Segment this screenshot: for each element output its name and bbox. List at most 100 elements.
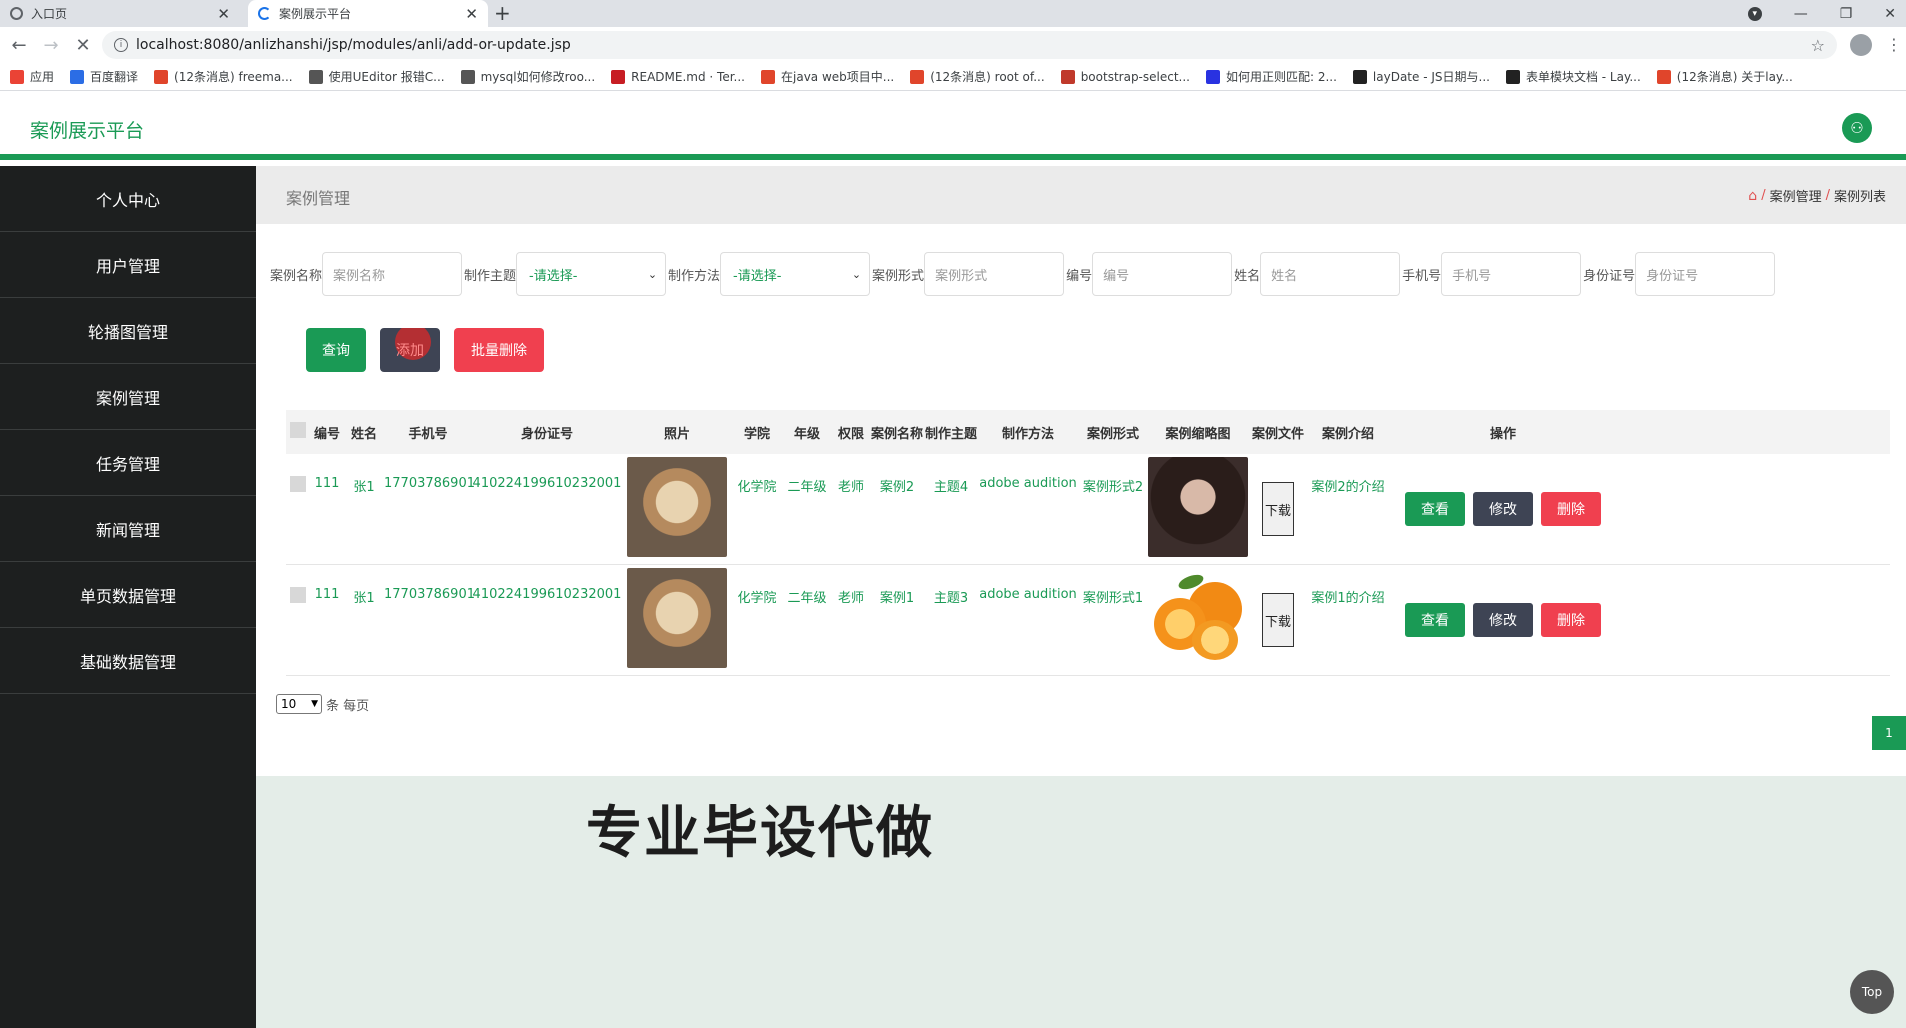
placeholder: 姓名 bbox=[1271, 268, 1298, 284]
table-body: 111 张1 17703786901 410224199610232001 化学院 二年级… bbox=[286, 454, 1890, 676]
page-button-current[interactable]: 1 bbox=[1872, 716, 1906, 750]
edit-button[interactable]: 修改 bbox=[1473, 492, 1533, 526]
chevron-down-icon: ▼ bbox=[311, 699, 318, 709]
theme-select[interactable]: -请选择- ⌄ bbox=[516, 252, 667, 296]
browser-tab-entry[interactable]: 入口页 ✕ bbox=[0, 0, 240, 27]
home-icon[interactable]: ⌂ bbox=[1748, 188, 1757, 204]
number-input[interactable]: 编号 bbox=[1092, 252, 1233, 296]
bookmark-item[interactable]: layDate - JS日期与... bbox=[1352, 68, 1490, 85]
id-card-input[interactable]: 身份证号 bbox=[1635, 252, 1776, 296]
back-icon[interactable]: ← bbox=[6, 35, 32, 56]
sidebar-item-label: 新闻管理 bbox=[95, 520, 160, 540]
page-title: 案例管理 bbox=[286, 189, 351, 208]
main-content: 案例管理 ⌂ / 案例管理 / 案例列表 案例名称 案例名称 制作主题 -请选择… bbox=[256, 166, 1906, 1028]
bookmark-item[interactable]: bootstrap-select... bbox=[1060, 69, 1190, 84]
view-button[interactable]: 查看 bbox=[1405, 603, 1465, 637]
bookmark-item[interactable]: 表单模块文档 - Lay... bbox=[1505, 68, 1641, 85]
sidebar-item-news[interactable]: 新闻管理 bbox=[0, 496, 256, 562]
sidebar: 个人中心 用户管理 轮播图管理 案例管理 任务管理 新闻管理 单页数据管理 基础… bbox=[0, 166, 256, 1028]
info-icon[interactable]: i bbox=[114, 38, 128, 52]
bookmark-item[interactable]: 百度翻译 bbox=[70, 68, 138, 85]
bookmark-item[interactable]: (12条消息) root of... bbox=[910, 68, 1045, 85]
breadcrumb-separator: / bbox=[1761, 188, 1766, 203]
cell-intro: 案例1的介绍 bbox=[1311, 591, 1385, 606]
search-button[interactable]: 查询 bbox=[306, 328, 366, 372]
case-name-input[interactable]: 案例名称 bbox=[322, 252, 463, 296]
download-button[interactable]: 下载 bbox=[1262, 593, 1294, 647]
orange-photo bbox=[1148, 568, 1248, 668]
browser-tab-current[interactable]: 案例展示平台 ✕ bbox=[248, 0, 488, 27]
stop-loading-icon[interactable]: ✕ bbox=[70, 35, 96, 56]
add-button[interactable]: 添加 bbox=[380, 328, 440, 372]
row-checkbox[interactable] bbox=[290, 587, 306, 603]
kebab-menu-icon[interactable]: ⋮ bbox=[1886, 35, 1902, 54]
account-icon[interactable] bbox=[1850, 34, 1872, 56]
list-panel: 案例名称 案例名称 制作主题 -请选择- ⌄ 制作方法 -请选择- ⌄ 案例形式 案… bbox=[256, 224, 1906, 776]
close-icon[interactable]: ✕ bbox=[465, 5, 478, 23]
page-size-select[interactable]: 10 ▼ bbox=[276, 694, 322, 714]
bookmark-item[interactable]: 如何用正则匹配: 2... bbox=[1205, 68, 1337, 85]
translate-icon bbox=[70, 69, 85, 84]
user-avatar-icon[interactable]: ⚇ bbox=[1842, 113, 1872, 143]
row-select-cell bbox=[286, 454, 310, 496]
column-header: 案例缩略图 bbox=[1165, 426, 1231, 442]
cell-actions: 查看 修改 删除 bbox=[1388, 603, 1618, 637]
cell-case-name: 案例1 bbox=[879, 591, 915, 606]
select-all-cell bbox=[286, 422, 310, 442]
sidebar-item-carousel[interactable]: 轮播图管理 bbox=[0, 298, 256, 364]
sidebar-item-tasks[interactable]: 任务管理 bbox=[0, 430, 256, 496]
bookmark-item[interactable]: (12条消息) freema... bbox=[154, 68, 293, 85]
sidebar-item-cases[interactable]: 案例管理 bbox=[0, 364, 256, 430]
url-input[interactable]: i localhost:8080/anlizhanshi/jsp/modules… bbox=[102, 31, 1837, 59]
name-input[interactable]: 姓名 bbox=[1260, 252, 1401, 296]
bookmark-item[interactable]: README.md · Ter... bbox=[611, 69, 745, 84]
chevron-down-icon: ⌄ bbox=[647, 267, 658, 281]
bookmark-item[interactable]: 使用UEditor 报错C... bbox=[308, 68, 445, 85]
bookmark-item[interactable]: (12条消息) 关于lay... bbox=[1656, 68, 1793, 85]
tab-search-icon[interactable]: ▾ bbox=[1747, 6, 1762, 21]
delete-button[interactable]: 删除 bbox=[1541, 492, 1601, 526]
bookmark-label: 在java web项目中... bbox=[781, 70, 895, 84]
forward-icon[interactable]: → bbox=[38, 35, 64, 56]
phone-input[interactable]: 手机号 bbox=[1441, 252, 1582, 296]
close-window-icon[interactable]: ✕ bbox=[1884, 6, 1896, 22]
watermark-text: 专业毕设代做 bbox=[586, 801, 934, 866]
back-to-top-button[interactable]: Top bbox=[1850, 970, 1894, 1014]
select-all-checkbox[interactable] bbox=[290, 422, 306, 438]
bookmark-item[interactable]: mysql如何修改roo... bbox=[460, 68, 595, 85]
sidebar-item-label: 轮播图管理 bbox=[87, 322, 168, 342]
table-row: 111 张1 17703786901 410224199610232001 化学院 二年级… bbox=[286, 565, 1890, 676]
delete-button[interactable]: 删除 bbox=[1541, 603, 1601, 637]
case-form-input[interactable]: 案例形式 bbox=[924, 252, 1065, 296]
cat-photo bbox=[627, 457, 727, 557]
pagination-size: 10 ▼ 条 每页 bbox=[276, 694, 369, 714]
download-button[interactable]: 下载 bbox=[1262, 482, 1294, 536]
page-size-value: 10 bbox=[281, 697, 297, 711]
sidebar-item-single-page[interactable]: 单页数据管理 bbox=[0, 562, 256, 628]
sidebar-item-base-data[interactable]: 基础数据管理 bbox=[0, 628, 256, 694]
layui-icon bbox=[1352, 69, 1367, 84]
per-page-label: 条 每页 bbox=[326, 698, 370, 714]
view-button[interactable]: 查看 bbox=[1405, 492, 1465, 526]
bookmark-item[interactable]: 在java web项目中... bbox=[761, 68, 894, 85]
sidebar-item-personal-center[interactable]: 个人中心 bbox=[0, 166, 256, 232]
restore-icon[interactable]: ❐ bbox=[1840, 6, 1853, 22]
bookmark-label: layDate - JS日期与... bbox=[1372, 70, 1490, 84]
new-tab-icon[interactable]: + bbox=[494, 1, 511, 25]
method-select[interactable]: -请选择- ⌄ bbox=[720, 252, 871, 296]
select-value: -请选择- bbox=[733, 268, 782, 284]
sidebar-item-users[interactable]: 用户管理 bbox=[0, 232, 256, 298]
close-icon[interactable]: ✕ bbox=[217, 5, 230, 23]
minimize-icon[interactable]: — bbox=[1794, 6, 1808, 22]
bookmark-star-icon[interactable]: ☆ bbox=[1811, 36, 1825, 55]
breadcrumb-item[interactable]: 案例管理 bbox=[1770, 186, 1822, 205]
column-header: 权限 bbox=[837, 426, 864, 442]
row-checkbox[interactable] bbox=[290, 476, 306, 492]
column-header: 案例介绍 bbox=[1321, 426, 1374, 442]
cell-case-name: 案例2 bbox=[879, 480, 915, 495]
batch-delete-button[interactable]: 批量删除 bbox=[454, 328, 544, 372]
cell-phone: 17703786901 bbox=[384, 587, 475, 602]
edit-button[interactable]: 修改 bbox=[1473, 603, 1533, 637]
bookmark-item[interactable]: 应用 bbox=[10, 68, 54, 85]
cell-method: adobe audition bbox=[979, 476, 1077, 491]
